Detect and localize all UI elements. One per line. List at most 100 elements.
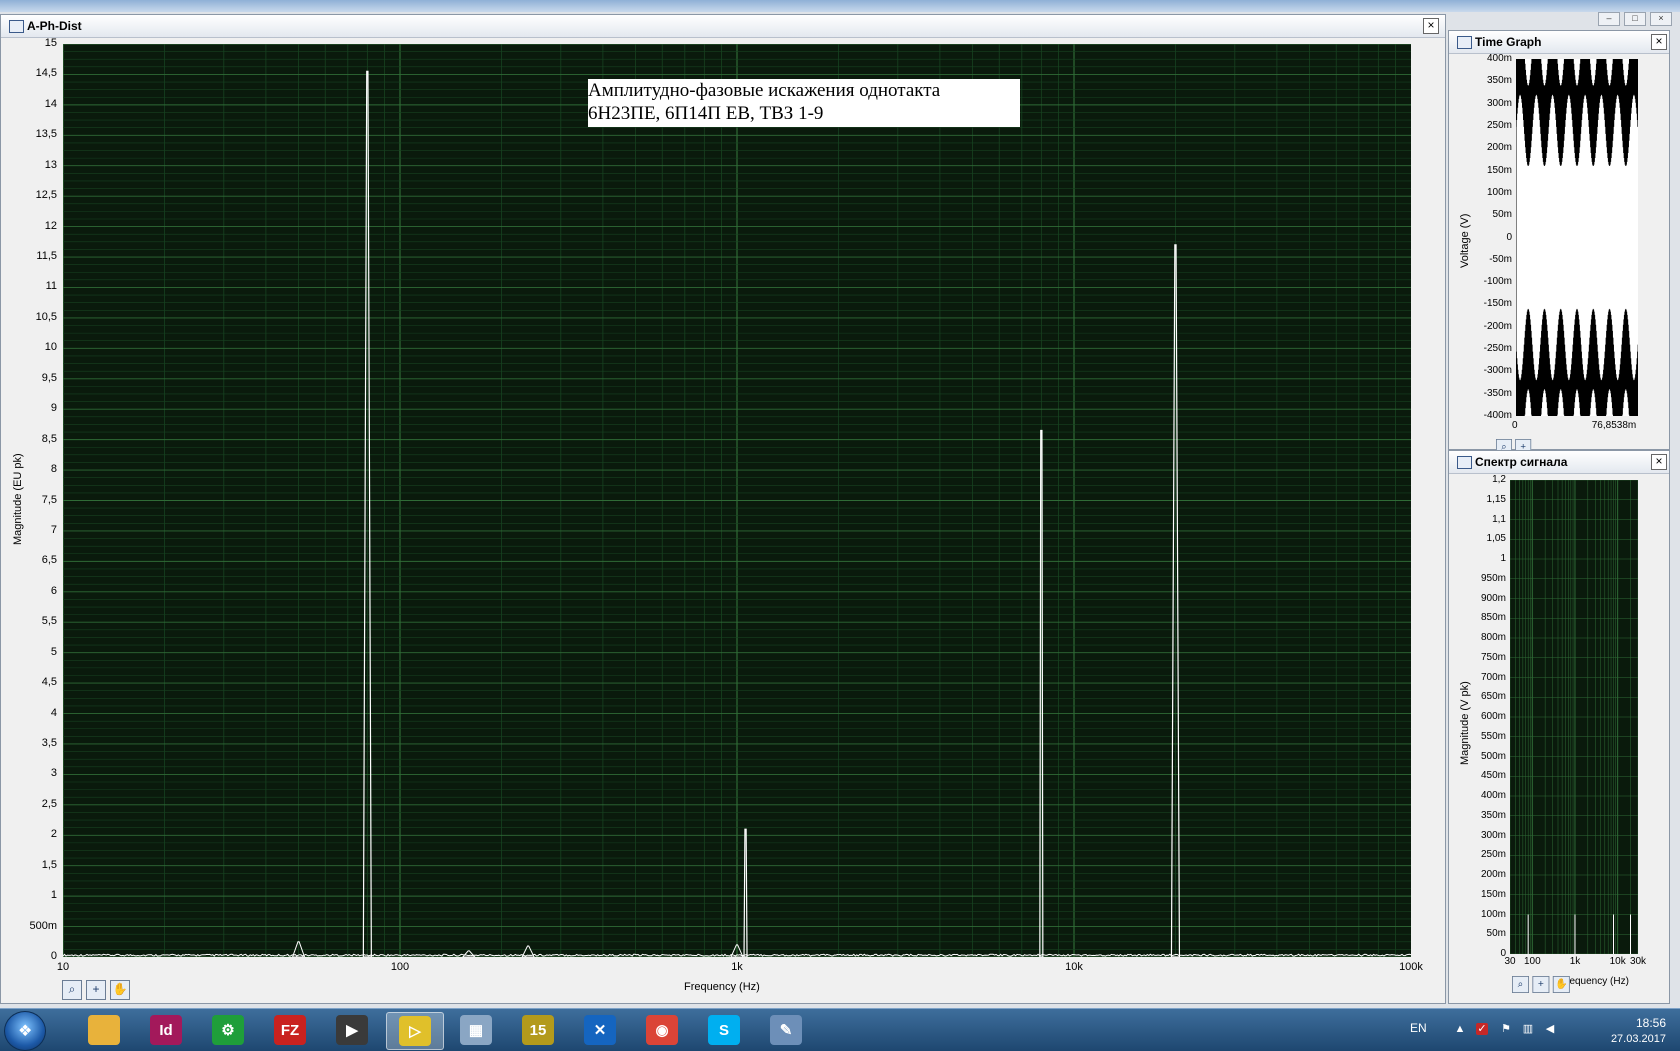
taskbar-item-app-blue[interactable]: ✕ bbox=[572, 1012, 628, 1048]
main-titlebar[interactable]: A-Ph-Dist × bbox=[1, 15, 1445, 38]
film-icon: ▶ bbox=[336, 1015, 368, 1045]
taskbar-item-indesign[interactable]: Id bbox=[138, 1012, 194, 1048]
pan-hand-icon[interactable]: ✋ bbox=[110, 980, 130, 1000]
spectrum-close-button[interactable]: × bbox=[1651, 454, 1667, 470]
main-x-tick-label: 100k bbox=[1399, 961, 1423, 973]
time-x-tick-label: 0 bbox=[1512, 420, 1518, 431]
taskbar-item-calculator[interactable]: ▦ bbox=[448, 1012, 504, 1048]
main-y-tick-label: 8,5 bbox=[41, 432, 57, 445]
zoom-icon[interactable]: ⌕ bbox=[1512, 976, 1529, 993]
main-x-tick-label: 10k bbox=[1065, 961, 1083, 973]
time-y-tick-label: 250m bbox=[1486, 119, 1512, 131]
restore-button[interactable]: □ bbox=[1624, 12, 1646, 26]
spec-y-tick-label: 50m bbox=[1486, 928, 1506, 940]
taskbar-item-app-green[interactable]: ⚙ bbox=[200, 1012, 256, 1048]
language-indicator[interactable]: EN bbox=[1410, 1021, 1427, 1035]
network-icon[interactable]: ▥ bbox=[1522, 1023, 1534, 1035]
spec-y-tick-label: 550m bbox=[1480, 730, 1506, 742]
show-hidden-icons-icon[interactable]: ▲ bbox=[1454, 1023, 1466, 1035]
annotation-line-1: Амплитудно-фазовые искажения однотакта bbox=[588, 80, 941, 101]
taskbar-item-paint[interactable]: ✎ bbox=[758, 1012, 814, 1048]
labview15-icon: 15 bbox=[522, 1015, 554, 1045]
main-y-tick-label: 12,5 bbox=[35, 189, 57, 202]
zoom-icon[interactable]: ⌕ bbox=[62, 980, 82, 1000]
time-waveform-lower bbox=[1515, 308, 1639, 461]
taskbar-item-chrome[interactable]: ◉ bbox=[634, 1012, 690, 1048]
taskbar-item-explorer[interactable] bbox=[76, 1012, 132, 1048]
spec-y-tick-label: 850m bbox=[1480, 612, 1506, 624]
main-y-tick-label: 14 bbox=[44, 97, 57, 110]
main-y-tick-label: 1,5 bbox=[41, 858, 57, 871]
main-y-tick-label: 9,5 bbox=[41, 371, 57, 384]
volume-muted-icon[interactable]: ◀ bbox=[1544, 1023, 1556, 1035]
main-x-axis-label: Frequency (Hz) bbox=[684, 981, 760, 993]
signal-spectrum-chart bbox=[1509, 479, 1639, 955]
blue-square-icon: ✕ bbox=[584, 1015, 616, 1045]
indesign-icon: Id bbox=[150, 1015, 182, 1045]
start-button[interactable]: ❖ bbox=[4, 1011, 46, 1051]
spec-y-tick-label: 100m bbox=[1480, 908, 1506, 920]
main-y-tick-label: 12 bbox=[44, 219, 57, 232]
main-y-tick-label: 2 bbox=[50, 828, 57, 841]
folder-icon bbox=[88, 1015, 120, 1045]
main-plot-area[interactable] bbox=[62, 43, 1412, 958]
time-y-tick-label: -400m bbox=[1483, 410, 1512, 421]
spec-y-tick-label: 250m bbox=[1480, 849, 1506, 861]
taskbar-item-skype[interactable]: S bbox=[696, 1012, 752, 1048]
main-y-tick-label: 7 bbox=[50, 523, 57, 536]
calculator-icon: ▦ bbox=[460, 1015, 492, 1045]
spec-x-tick-label: 30k bbox=[1629, 956, 1647, 967]
main-x-tick-label: 100 bbox=[390, 961, 410, 973]
taskbar: ❖ Id ⚙ FZ ▶ ▷ ▦ 15 ✕ ◉ S ✎ EN ▲ ✓ ⚑ ▥ ◀ 18:56 27.0… bbox=[0, 1008, 1680, 1051]
close-app-button[interactable]: × bbox=[1650, 12, 1672, 26]
main-y-tick-label: 3 bbox=[50, 767, 57, 780]
taskbar-item-media[interactable]: ▶ bbox=[324, 1012, 380, 1048]
time-x-tick-label: 76,8538m bbox=[1591, 420, 1637, 431]
main-window-title: A-Ph-Dist bbox=[27, 19, 82, 33]
minimize-button[interactable]: – bbox=[1598, 12, 1620, 26]
time-graph-titlebar[interactable]: Time Graph × bbox=[1449, 31, 1669, 54]
spec-y-tick-label: 1,2 bbox=[1492, 474, 1506, 485]
time-y-tick-label: -300m bbox=[1483, 365, 1512, 377]
main-close-button[interactable]: × bbox=[1423, 18, 1439, 34]
time-graph-plot-area[interactable] bbox=[1515, 14, 1639, 461]
chrome-icon: ◉ bbox=[646, 1015, 678, 1045]
taskbar-item-labview[interactable]: ▷ bbox=[386, 1012, 444, 1050]
chart-annotation: Амплитудно-фазовые искажения однотакта 6… bbox=[588, 79, 1020, 127]
time-y-tick-label: 200m bbox=[1486, 142, 1512, 154]
time-y-tick-label: -250m bbox=[1483, 343, 1512, 355]
main-y-tick-label: 10,5 bbox=[35, 310, 57, 323]
crosshair-icon[interactable]: + bbox=[86, 980, 106, 1000]
spec-y-tick-label: 1 bbox=[1500, 553, 1506, 564]
graph-window-icon bbox=[1457, 36, 1472, 49]
clock-date[interactable]: 27.03.2017 bbox=[1611, 1033, 1666, 1045]
time-graph-close-button[interactable]: × bbox=[1651, 34, 1667, 50]
spec-y-tick-label: 650m bbox=[1480, 691, 1506, 703]
time-waveform-upper bbox=[1515, 14, 1639, 166]
spectrum-plot-area[interactable] bbox=[1509, 479, 1639, 955]
main-graph-tools: ⌕ + ✋ bbox=[62, 980, 130, 1000]
time-y-tick-label: -200m bbox=[1483, 320, 1512, 332]
main-y-tick-label: 7,5 bbox=[41, 493, 57, 506]
spec-y-tick-label: 1,1 bbox=[1492, 513, 1506, 525]
spectrum-titlebar[interactable]: Спектр сигнала × bbox=[1449, 451, 1669, 474]
tray-app-icon[interactable]: ✓ bbox=[1476, 1023, 1488, 1035]
main-y-axis-label: Magnitude (EU pk) bbox=[12, 453, 24, 545]
taskbar-item-filezilla[interactable]: FZ bbox=[262, 1012, 318, 1048]
spec-y-tick-label: 1,15 bbox=[1486, 493, 1506, 505]
action-center-flag-icon[interactable]: ⚑ bbox=[1500, 1023, 1512, 1035]
spec-y-tick-label: 300m bbox=[1480, 829, 1506, 841]
clock-time[interactable]: 18:56 bbox=[1636, 1016, 1666, 1030]
filezilla-icon: FZ bbox=[274, 1015, 306, 1045]
graph-window-icon bbox=[1457, 456, 1472, 469]
paint-icon: ✎ bbox=[770, 1015, 802, 1045]
spec-y-tick-label: 200m bbox=[1480, 869, 1506, 880]
main-y-tick-label: 4 bbox=[50, 706, 57, 719]
pan-hand-icon[interactable]: ✋ bbox=[1552, 976, 1570, 993]
mdi-controls: – □ × bbox=[1598, 12, 1672, 26]
taskbar-item-labview-15[interactable]: 15 bbox=[510, 1012, 566, 1048]
main-y-tick-label: 9 bbox=[50, 402, 57, 415]
main-y-tick-label: 5 bbox=[50, 645, 57, 658]
crosshair-icon[interactable]: + bbox=[1532, 976, 1550, 993]
main-peak-5 bbox=[743, 828, 748, 958]
